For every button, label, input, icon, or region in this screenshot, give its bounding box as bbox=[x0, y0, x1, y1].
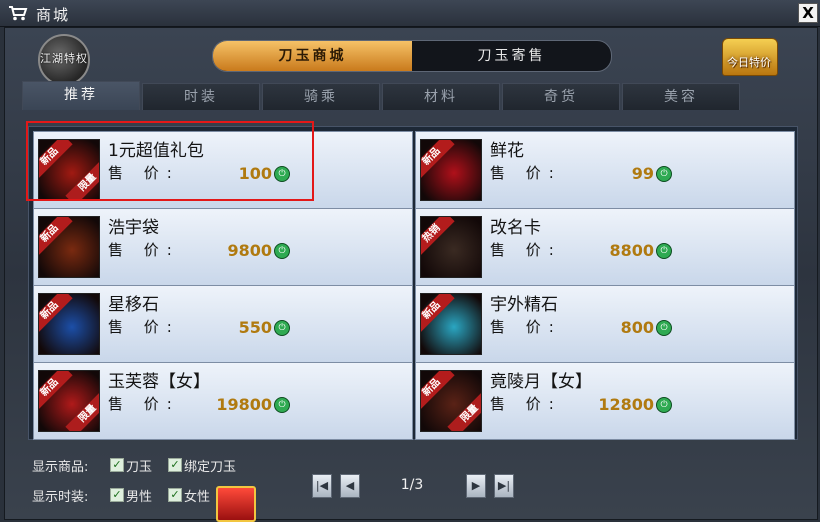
tab-consignment[interactable]: 刀玉寄售 bbox=[412, 41, 611, 71]
item-price: 800 bbox=[620, 318, 654, 337]
item-name: 浩宇袋 bbox=[108, 218, 159, 238]
currency-coin-icon: ⏻ bbox=[656, 397, 672, 413]
item-card[interactable]: 新品 限量 竟陵月【女】售 价: 12800 ⏻ bbox=[415, 362, 795, 440]
title-bar: 商城 X bbox=[0, 0, 820, 27]
bag-icon[interactable]: 新品 bbox=[38, 216, 100, 278]
item-price: 99 bbox=[631, 164, 654, 183]
item-price: 8800 bbox=[609, 241, 654, 260]
rename-card-icon[interactable]: 热销 bbox=[420, 216, 482, 278]
tab-fashion[interactable]: 时装 bbox=[142, 83, 260, 110]
privilege-badge-label: 江湖特权 bbox=[40, 52, 88, 65]
currency-coin-icon: ⏻ bbox=[274, 397, 290, 413]
item-name: 改名卡 bbox=[490, 218, 541, 238]
price-label: 售 价: bbox=[108, 395, 180, 413]
rose-icon[interactable]: 新品 bbox=[420, 139, 482, 201]
currency-coin-icon: ⏻ bbox=[274, 243, 290, 259]
item-name: 星移石 bbox=[108, 295, 159, 315]
female-outfit-icon[interactable]: 新品 限量 bbox=[420, 370, 482, 432]
main-tabs: 刀玉商城 刀玉寄售 bbox=[212, 40, 612, 72]
price-label: 售 价: bbox=[108, 241, 180, 259]
checkbox-label-female: 女性 bbox=[184, 490, 211, 505]
blue-stone-icon[interactable]: 新品 bbox=[38, 293, 100, 355]
item-card[interactable]: 新品 宇外精石售 价: 800 ⏻ bbox=[415, 285, 795, 363]
female-outfit-icon[interactable]: 新品 限量 bbox=[38, 370, 100, 432]
item-card[interactable]: 新品 限量 玉芙蓉【女】售 价: 19800 ⏻ bbox=[33, 362, 413, 440]
last-page-button[interactable]: ▶| bbox=[494, 474, 514, 498]
currency-coin-icon: ⏻ bbox=[656, 243, 672, 259]
tab-rare-goods[interactable]: 奇货 bbox=[502, 83, 620, 110]
checkbox-label-bound-blade-jade: 绑定刀玉 bbox=[184, 460, 237, 475]
close-button[interactable]: X bbox=[798, 3, 818, 23]
fashion-filter-label: 显示时装: bbox=[32, 490, 89, 505]
crystal-icon[interactable]: 新品 bbox=[420, 293, 482, 355]
goods-filter-label: 显示商品: bbox=[32, 460, 89, 475]
price-label: 售 价: bbox=[108, 318, 180, 336]
item-price: 9800 bbox=[227, 241, 272, 260]
item-card[interactable]: 新品 星移石售 价: 550 ⏻ bbox=[33, 285, 413, 363]
checkbox-male[interactable]: ✓ bbox=[110, 488, 124, 502]
item-name: 玉芙蓉【女】 bbox=[108, 372, 210, 392]
currency-coin-icon: ⏻ bbox=[274, 320, 290, 336]
tab-beauty[interactable]: 美容 bbox=[622, 83, 740, 110]
tab-recommended[interactable]: 推荐 bbox=[22, 81, 140, 110]
item-card[interactable]: 新品 浩宇袋售 价: 9800 ⏻ bbox=[33, 208, 413, 286]
prev-page-button[interactable]: ◀ bbox=[340, 474, 360, 498]
price-label: 售 价: bbox=[490, 164, 562, 182]
currency-coin-icon: ⏻ bbox=[656, 320, 672, 336]
tab-mounts[interactable]: 骑乘 bbox=[262, 83, 380, 110]
item-card[interactable]: 热销 改名卡售 价: 8800 ⏻ bbox=[415, 208, 795, 286]
checkbox-label-blade-jade: 刀玉 bbox=[126, 460, 153, 475]
price-label: 售 价: bbox=[490, 395, 562, 413]
item-price: 12800 bbox=[598, 395, 654, 414]
category-tabs: 推荐 时装 骑乘 材料 奇货 美容 bbox=[22, 81, 782, 110]
tab-materials[interactable]: 材料 bbox=[382, 83, 500, 110]
pagination: |◀ ◀ 1/3 ▶ ▶| bbox=[312, 474, 516, 498]
window-title: 商城 bbox=[36, 6, 71, 24]
item-name: 鲜花 bbox=[490, 141, 524, 161]
checkbox-label-male: 男性 bbox=[126, 490, 153, 505]
page-indicator: 1/3 bbox=[400, 477, 424, 493]
price-label: 售 价: bbox=[490, 241, 562, 259]
checkbox-blade-jade[interactable]: ✓ bbox=[110, 458, 124, 472]
daily-offer-label: 今日特价 bbox=[727, 56, 771, 69]
item-price: 19800 bbox=[216, 395, 272, 414]
item-card[interactable]: 新品 鲜花售 价: 99 ⏻ bbox=[415, 131, 795, 209]
checkbox-bound-blade-jade[interactable]: ✓ bbox=[168, 458, 182, 472]
tab-blade-jade-shop[interactable]: 刀玉商城 bbox=[213, 41, 412, 71]
item-price: 550 bbox=[238, 318, 272, 337]
checkbox-female[interactable]: ✓ bbox=[168, 488, 182, 502]
first-page-button[interactable]: |◀ bbox=[312, 474, 332, 498]
price-label: 售 价: bbox=[490, 318, 562, 336]
highlight-frame bbox=[26, 121, 314, 201]
currency-coin-icon: ⏻ bbox=[656, 166, 672, 182]
item-name: 竟陵月【女】 bbox=[490, 372, 592, 392]
gift-box-icon[interactable] bbox=[216, 486, 256, 522]
item-name: 宇外精石 bbox=[490, 295, 558, 315]
cart-icon bbox=[9, 6, 28, 21]
next-page-button[interactable]: ▶ bbox=[466, 474, 486, 498]
